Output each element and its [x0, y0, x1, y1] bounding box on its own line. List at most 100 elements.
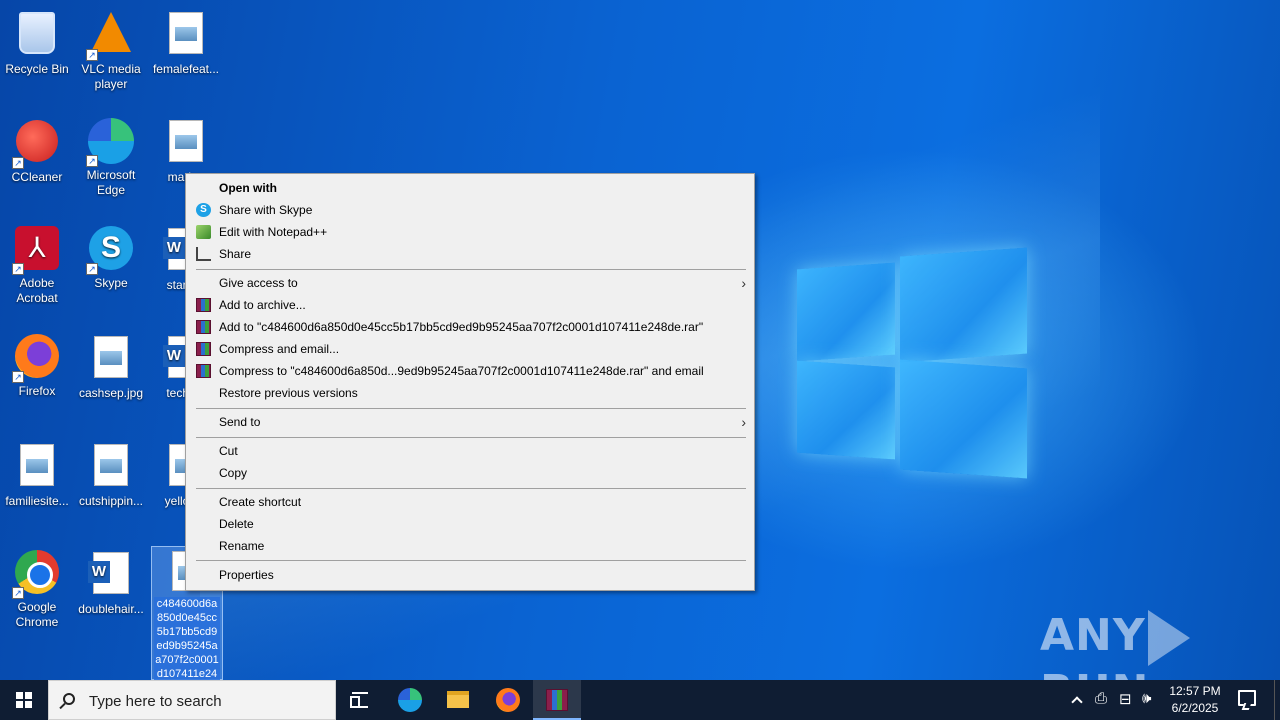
windows-start-icon [16, 692, 32, 708]
taskbar-search-box[interactable]: Type here to search [48, 680, 336, 720]
desktop-icon-label: familiesite... [5, 494, 69, 508]
menu-item-delete[interactable]: Delete [186, 513, 754, 535]
desktop-icon-cutshippin[interactable]: cutshippin... [74, 440, 148, 509]
winrar-icon [196, 320, 211, 334]
desktop-icon-label: VLC media player [81, 62, 141, 91]
desktop-icon-label: doublehair... [78, 602, 144, 616]
desktop-icon-vlc[interactable]: ↗ VLC media player [74, 8, 148, 92]
desktop-icon-acrobat[interactable]: ⅄ ↗ Adobe Acrobat [0, 224, 74, 306]
shortcut-arrow-icon: ↗ [12, 157, 24, 169]
menu-item-rename[interactable]: Rename [186, 535, 754, 557]
image-file-icon [94, 444, 128, 486]
watermark-text-left: ANY [1040, 610, 1146, 661]
desktop-icon-femalefeat[interactable]: femalefeat... [149, 8, 223, 77]
menu-item-share-with-skype[interactable]: S Share with Skype [186, 199, 754, 221]
system-clock[interactable]: 12:57 PM 6/2/2025 [1160, 683, 1230, 717]
menu-separator [196, 269, 746, 270]
menu-item-compress-to-rar-email[interactable]: Compress to "c484600d6a850d...9ed9b95245… [186, 360, 754, 382]
menu-item-give-access[interactable]: Give access to › [186, 272, 754, 294]
show-hidden-icons-button[interactable] [1070, 692, 1086, 720]
notification-center-icon[interactable] [1238, 690, 1256, 706]
desktop-icon-label: Recycle Bin [5, 62, 69, 76]
menu-item-create-shortcut[interactable]: Create shortcut [186, 491, 754, 513]
chevron-right-icon: › [741, 275, 746, 291]
notepadpp-icon [196, 225, 211, 239]
desktop-icon-doublehair[interactable]: doublehair... [74, 548, 148, 617]
menu-separator [196, 488, 746, 489]
menu-item-properties[interactable]: Properties [186, 564, 754, 586]
menu-item-label: Copy [219, 466, 248, 480]
skype-icon: S [196, 203, 211, 217]
desktop-icon-cashsep[interactable]: cashsep.jpg [74, 332, 148, 401]
menu-item-restore-versions[interactable]: Restore previous versions [186, 382, 754, 404]
context-menu: Open with S Share with Skype Edit with N… [185, 173, 755, 591]
winrar-icon [546, 689, 568, 711]
volume-icon[interactable]: 🕪 [1142, 690, 1151, 707]
shortcut-arrow-icon: ↗ [12, 263, 24, 275]
menu-item-add-to-archive[interactable]: Add to archive... [186, 294, 754, 316]
menu-item-label: Edit with Notepad++ [219, 225, 328, 239]
winrar-icon [196, 298, 211, 312]
share-icon [196, 247, 211, 261]
search-placeholder: Type here to search [89, 693, 222, 710]
image-file-icon [94, 336, 128, 378]
windows-logo-pane [797, 262, 895, 362]
start-button[interactable] [0, 680, 48, 720]
menu-item-label: Properties [219, 568, 274, 582]
desktop-icon-chrome[interactable]: ↗ Google Chrome [0, 548, 74, 630]
network-icon[interactable]: ⊟ [1119, 690, 1132, 708]
image-file-icon [169, 120, 203, 162]
windows-logo-pane [900, 247, 1027, 363]
task-view-icon [350, 692, 368, 708]
vlc-cone-icon [91, 12, 131, 52]
taskbar-winrar-button[interactable] [533, 680, 581, 720]
desktop-icon-firefox[interactable]: ↗ Firefox [0, 332, 74, 399]
shortcut-arrow-icon: ↗ [86, 263, 98, 275]
menu-item-share[interactable]: Share [186, 243, 754, 265]
menu-item-label: Share with Skype [219, 203, 313, 217]
menu-item-compress-email[interactable]: Compress and email... [186, 338, 754, 360]
taskbar-file-explorer-button[interactable] [434, 680, 482, 720]
taskbar-edge-button[interactable] [386, 680, 434, 720]
desktop-icon-edge[interactable]: ↗ Microsoft Edge [74, 116, 148, 198]
windows-logo-pane [797, 360, 895, 460]
shortcut-arrow-icon: ↗ [12, 371, 24, 383]
menu-item-copy[interactable]: Copy [186, 462, 754, 484]
chevron-up-icon [1071, 696, 1083, 708]
taskbar-firefox-button[interactable] [484, 680, 532, 720]
desktop-icon-familiesite[interactable]: familiesite... [0, 440, 74, 509]
folder-icon [447, 691, 469, 708]
desktop-icon-ccleaner[interactable]: ↗ CCleaner [0, 116, 74, 185]
menu-item-label: Rename [219, 539, 265, 553]
menu-item-send-to[interactable]: Send to › [186, 411, 754, 433]
menu-item-label: Compress to "c484600d6a850d...9ed9b95245… [219, 364, 704, 378]
menu-item-label: Give access to [219, 276, 298, 290]
windows-logo-pane [900, 359, 1027, 479]
menu-item-open-with[interactable]: Open with [186, 177, 754, 199]
menu-item-add-to-rar[interactable]: Add to "c484600d6a850d0e45cc5b17bb5cd9ed… [186, 316, 754, 338]
desktop-icon-recycle-bin[interactable]: Recycle Bin [0, 8, 74, 77]
desktop-icon-label: cutshippin... [78, 494, 144, 508]
desktop-icon-label: CCleaner [11, 170, 63, 184]
winrar-icon [196, 342, 211, 356]
desktop-icon-label: Microsoft Edge [86, 168, 136, 197]
menu-separator [196, 560, 746, 561]
desktop-icon-skype[interactable]: S ↗ Skype [74, 224, 148, 291]
menu-item-label: Compress and email... [219, 342, 340, 356]
shortcut-arrow-icon: ↗ [86, 155, 98, 167]
menu-item-cut[interactable]: Cut [186, 440, 754, 462]
menu-item-label: Send to [219, 415, 261, 429]
menu-item-edit-notepadpp[interactable]: Edit with Notepad++ [186, 221, 754, 243]
edge-icon [398, 688, 422, 712]
desktop-icon-label: Skype [94, 276, 128, 290]
menu-separator [196, 408, 746, 409]
show-desktop-button[interactable] [1274, 680, 1275, 720]
menu-item-label: Restore previous versions [219, 386, 358, 400]
word-document-icon [88, 552, 129, 594]
menu-item-label: Share [219, 247, 252, 261]
task-view-button[interactable] [336, 680, 384, 720]
meet-now-icon[interactable]: ⎙ [1095, 690, 1107, 707]
menu-item-label: Open with [219, 181, 277, 195]
ccleaner-icon [16, 120, 58, 162]
menu-separator [196, 437, 746, 438]
